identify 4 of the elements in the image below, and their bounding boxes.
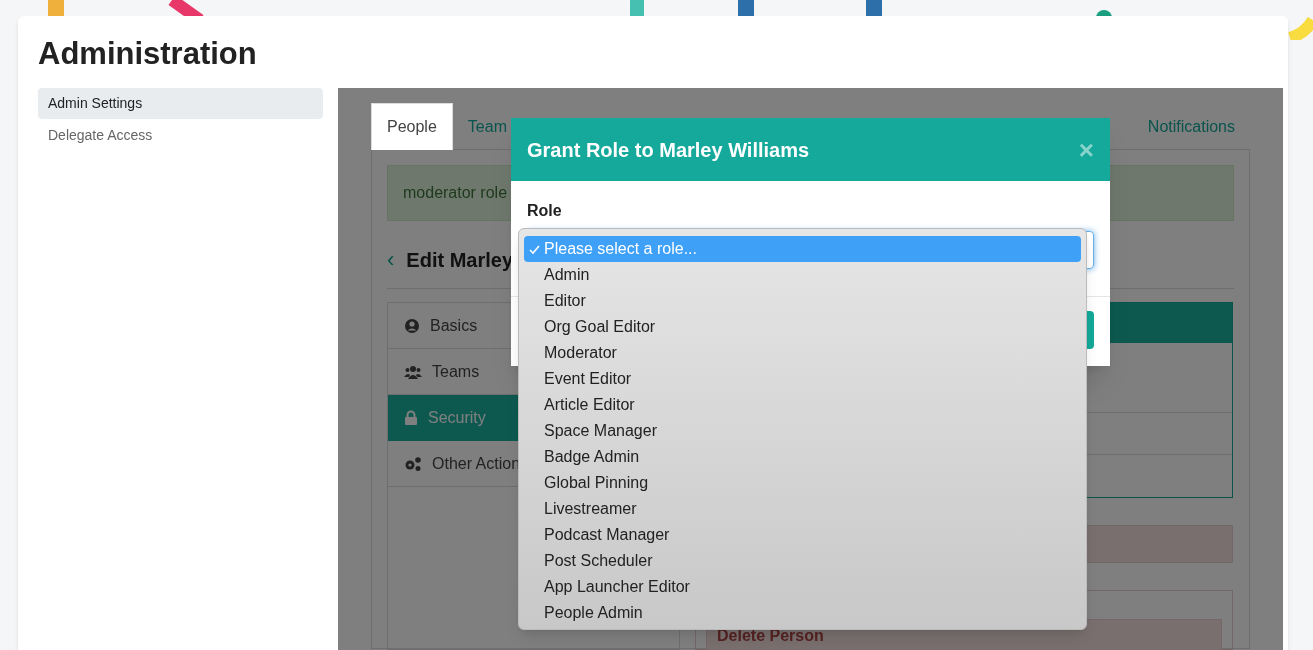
field-label: Role <box>527 201 563 221</box>
modal-title: Grant Role to Marley Williams <box>527 137 810 163</box>
section-heading: Edit Marley <box>406 247 514 273</box>
page-title: Administration <box>38 36 257 72</box>
